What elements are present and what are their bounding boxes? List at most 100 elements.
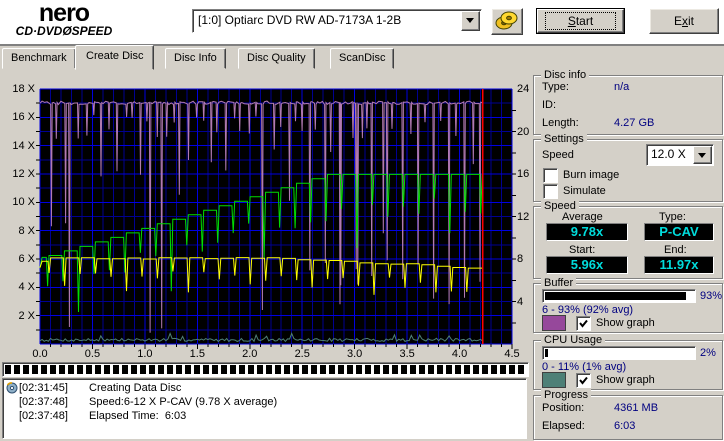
log-timestamp: [02:37:48] — [19, 396, 68, 408]
logo-text-cddvdspeed: CD·DVDØSPEED — [15, 24, 113, 38]
buffer-show-graph-checkbox[interactable] — [576, 316, 591, 331]
nero-logo: nero CD·DVDØSPEED — [4, 1, 124, 38]
exit-button[interactable]: Exit — [649, 8, 719, 34]
y-left-label: 6 X — [18, 253, 35, 265]
x-axis-label: 1.0 — [137, 348, 153, 360]
y-left-label: 16 X — [12, 111, 35, 124]
y-left-label: 12 X — [12, 168, 35, 180]
logo-text-nero: nero — [38, 0, 90, 27]
buffer-percent: 93% — [700, 290, 723, 302]
settings-group: Settings Speed 12.0 X Burn image Simulat… — [533, 133, 723, 202]
log-row: [02:37:48] Elapsed Time: 6:03 — [3, 409, 526, 423]
tab-create-disc[interactable]: Create Disc — [75, 45, 155, 70]
y-left-label: 2 X — [18, 309, 35, 322]
start-speed-label: Start: — [569, 244, 596, 256]
chevron-down-icon — [466, 18, 474, 27]
log-icon-spacer — [6, 396, 19, 408]
y-left-label: 10 X — [12, 196, 35, 209]
buffer-level-fill — [545, 292, 687, 300]
settings-title: Settings — [541, 133, 587, 145]
cpu-usage-fill — [545, 349, 549, 357]
log-timestamp: [02:31:45] — [19, 382, 68, 394]
x-axis-label: 3.0 — [347, 348, 363, 360]
status-log: [02:31:45] Creating Data Disc [02:37:48] Sp… — [2, 378, 527, 439]
x-axis-label: 3.5 — [399, 348, 415, 360]
tab-disc-quality[interactable]: Disc Quality — [238, 48, 315, 69]
y-left-label: 4 X — [18, 281, 35, 294]
average-speed-lcd: 9.78x — [546, 223, 628, 241]
speed-select-dropdown-button[interactable] — [693, 146, 712, 164]
buffer-group: Buffer 93% 6 - 93% (92% avg) Show graph — [533, 277, 723, 333]
cpu-show-graph-label: Show graph — [596, 374, 655, 386]
burn-image-label: Burn image — [563, 169, 620, 181]
start-speed-lcd: 5.96x — [546, 256, 628, 274]
drive-select-combobox[interactable]: [1:0] Optiarc DVD RW AD-7173A 1-2B — [192, 9, 482, 33]
simulate-checkbox[interactable] — [543, 184, 558, 199]
cpu-show-graph-checkbox[interactable] — [576, 373, 591, 388]
speed-type-lcd: P-CAV — [644, 223, 714, 241]
cpu-percent: 2% — [700, 347, 716, 359]
disc-info-group: Disc info Type: n/a ID: Length: 4.27 GB — [533, 69, 723, 135]
x-axis-label: 4.5 — [504, 348, 520, 360]
y-left-label: 18 X — [12, 83, 35, 95]
elapsed-label: Elapsed: — [542, 420, 585, 432]
x-axis-label: 2.0 — [242, 348, 258, 360]
nero-cd-dvd-speed-window: nero CD·DVDØSPEED [1:0] Optiarc DVD RW A… — [0, 0, 724, 441]
check-icon — [579, 376, 588, 385]
drive-select-value: [1:0] Optiarc DVD RW AD-7173A 1-2B — [198, 13, 402, 27]
x-axis-label: 2.5 — [294, 348, 310, 360]
log-icon-spacer — [6, 410, 19, 422]
exit-button-label: Exit — [673, 14, 694, 28]
start-button[interactable]: Start — [536, 8, 625, 34]
log-row: [02:31:45] Creating Data Disc — [3, 381, 526, 395]
y-left-label: 8 X — [18, 224, 35, 237]
end-speed-label: End: — [664, 244, 687, 256]
x-axis-label: 1.5 — [189, 348, 205, 360]
disc-info-title: Disc info — [541, 69, 590, 81]
buffer-show-graph-label: Show graph — [596, 317, 655, 329]
log-message: Creating Data Disc — [89, 382, 182, 394]
check-icon — [579, 319, 588, 328]
disc-type-value: n/a — [614, 81, 630, 93]
disc-write-icon — [6, 382, 18, 394]
write-speed-graph — [36, 88, 516, 349]
log-entry-icon — [6, 382, 19, 394]
progress-group: Progress Position: 4361 MB Elapsed: 6:03 — [533, 389, 723, 440]
speed-group: Speed Average Type: 9.78x P-CAV Start: E… — [533, 200, 723, 279]
log-row: [02:37:48] Speed:6-12 X P-CAV (9.78 X ave… — [3, 395, 526, 409]
x-axis-label: 0.0 — [32, 348, 48, 360]
speed-select-value: 12.0 X — [651, 147, 686, 161]
y-left-label: 14 X — [12, 139, 35, 152]
buffer-series-swatch — [542, 315, 566, 331]
tab-disc-info[interactable]: Disc Info — [165, 48, 226, 69]
write-position-bar — [2, 362, 529, 377]
tab-benchmark[interactable]: Benchmark — [2, 48, 76, 69]
write-position-fill — [5, 365, 526, 374]
disc-id-label: ID: — [542, 99, 557, 111]
elapsed-value: 6:03 — [614, 420, 636, 432]
disc-length-label: Length: — [542, 117, 579, 129]
average-label: Average — [562, 211, 603, 223]
eject-disc-button[interactable] — [491, 8, 523, 35]
log-message: Elapsed Time: 6:03 — [89, 410, 187, 422]
cpu-usage-bar — [542, 346, 696, 360]
speed-select-combobox[interactable]: 12.0 X — [646, 144, 714, 166]
burn-image-checkbox[interactable] — [543, 168, 558, 183]
position-value: 4361 MB — [614, 402, 659, 414]
drive-select-dropdown-button[interactable] — [461, 11, 480, 31]
simulate-label: Simulate — [563, 185, 606, 197]
disc-length-value: 4.27 GB — [614, 117, 655, 129]
tab-scandisc[interactable]: ScanDisc — [330, 48, 395, 69]
type-label: Type: — [659, 211, 686, 223]
cpu-series-swatch — [542, 372, 566, 388]
start-button-face: Start — [537, 9, 624, 33]
log-message: Speed:6-12 X P-CAV (9.78 X average) — [89, 396, 278, 408]
discs-icon — [495, 11, 518, 30]
speed-setting-label: Speed — [542, 149, 574, 161]
position-label: Position: — [542, 402, 585, 414]
buffer-level-bar — [542, 289, 696, 303]
progress-title: Progress — [541, 389, 592, 401]
x-axis-label: 4.0 — [451, 348, 468, 360]
header-bar: nero CD·DVDØSPEED [1:0] Optiarc DVD RW A… — [0, 0, 724, 46]
end-speed-lcd: 11.97x — [644, 256, 714, 274]
